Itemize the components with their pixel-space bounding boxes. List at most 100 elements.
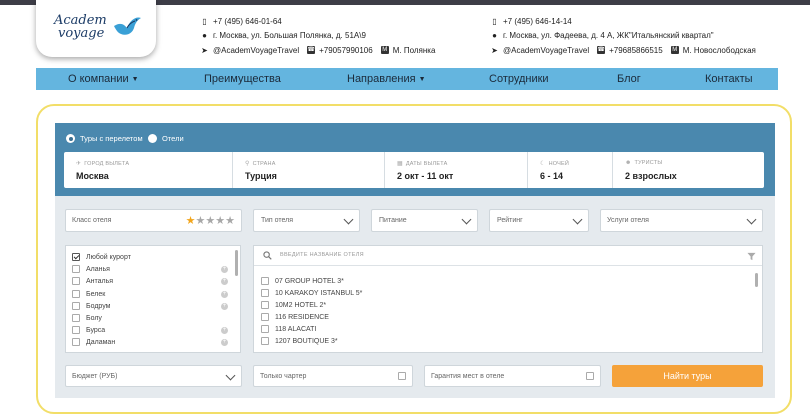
resort-label: Любой курорт <box>86 253 131 261</box>
metro-station: М. Полянка <box>392 45 436 55</box>
meals-select[interactable]: Питание <box>371 209 478 232</box>
expand-icon[interactable]: + <box>221 327 228 334</box>
star-icon[interactable]: ★ <box>196 215 206 227</box>
telegram-link[interactable]: @AcademVoyageTravel <box>503 46 589 55</box>
star-rating[interactable]: ★★★★★ <box>186 214 235 227</box>
person-icon: ☻ <box>625 160 632 166</box>
nav-label: Блог <box>617 73 641 85</box>
resort-item[interactable]: Анталья <box>72 275 236 287</box>
nav-item-blog[interactable]: Блог <box>617 73 641 85</box>
budget-select[interactable]: Бюджет (РУБ) <box>65 365 242 387</box>
star-icon[interactable]: ★ <box>205 215 215 227</box>
tourists-field[interactable]: ☻ ТУРИСТЫ 2 взрослых <box>612 152 764 188</box>
checkbox[interactable] <box>72 302 80 310</box>
expand-icon[interactable]: + <box>221 278 228 285</box>
resort-item[interactable]: Даламан <box>72 336 236 348</box>
field-value: 2 взрослых <box>625 171 677 181</box>
checkbox[interactable] <box>72 277 80 285</box>
country-field[interactable]: ⚲ СТРАНА Турция <box>232 152 384 188</box>
checkbox[interactable] <box>72 290 80 298</box>
hotel-item[interactable]: 07 GROUP HOTEL 3* <box>261 275 344 287</box>
hotel-services-select[interactable]: Услуги отеля <box>600 209 763 232</box>
charter-only-checkbox[interactable]: Только чартер <box>253 365 413 387</box>
checkbox[interactable] <box>261 337 269 345</box>
checkbox[interactable] <box>261 313 269 321</box>
departure-dates-field[interactable]: ▦ ДАТЫ ВЫЛЕТА 2 окт - 11 окт <box>384 152 527 188</box>
hotel-class-filter[interactable]: Класс отеля ★★★★★ <box>65 209 242 232</box>
hotel-item[interactable]: 1207 BOUTIQUE 3* <box>261 335 338 347</box>
mode-radio-tours[interactable]: Туры с перелетом <box>66 134 143 143</box>
nav-label: Преимущества <box>204 73 281 85</box>
nav-item-destinations[interactable]: Направления ▼ <box>347 73 426 85</box>
resort-item[interactable]: Белек <box>72 288 236 300</box>
expand-icon[interactable]: + <box>221 266 228 273</box>
resort-item[interactable]: Болу <box>72 312 236 324</box>
nav-item-advantages[interactable]: Преимущества <box>204 73 281 85</box>
filter-icon[interactable] <box>747 252 756 261</box>
mode-radio-hotels[interactable]: Отели <box>148 134 184 143</box>
hotel-type-select[interactable]: Тип отеля <box>253 209 360 232</box>
whatsapp-link[interactable]: +79057990106 <box>319 46 373 55</box>
filter-label: Класс отеля <box>72 217 112 224</box>
field-value: 6 - 14 <box>540 171 564 181</box>
field-value: Турция <box>245 171 277 181</box>
logo[interactable]: Academ voyage <box>36 0 156 57</box>
field-label: СТРАНА <box>252 161 276 167</box>
search-fields-bar: ✈ ГОРОД ВЫЛЕТА Москва ⚲ СТРАНА Турция ▦ ДАТ… <box>64 152 764 188</box>
moon-icon: ☾ <box>540 161 546 167</box>
field-value: 2 окт - 11 окт <box>397 171 454 181</box>
star-icon[interactable]: ★ <box>186 215 196 227</box>
checkbox[interactable] <box>72 314 80 322</box>
select-label: Рейтинг <box>497 217 523 224</box>
metro-icon: M <box>670 46 679 55</box>
departure-city-field[interactable]: ✈ ГОРОД ВЫЛЕТА Москва <box>64 152 234 188</box>
checkbox[interactable] <box>261 301 269 309</box>
whatsapp-link[interactable]: +79685866515 <box>609 46 663 55</box>
rating-select[interactable]: Рейтинг <box>489 209 589 232</box>
checkbox[interactable] <box>72 253 80 261</box>
checkbox[interactable] <box>398 372 406 380</box>
resort-item[interactable]: Бурса <box>72 324 236 336</box>
resort-item[interactable]: Бодрум <box>72 300 236 312</box>
resort-list-scrollbar[interactable] <box>235 250 238 276</box>
contact-block-1: ▯ +7 (495) 646-01-64 ● г. Москва, ул. Боль… <box>200 14 435 58</box>
checkbox[interactable] <box>72 338 80 346</box>
radio-dot <box>66 134 75 143</box>
hotel-item[interactable]: 118 ALACATI <box>261 323 316 335</box>
expand-icon[interactable]: + <box>221 303 228 310</box>
nights-field[interactable]: ☾ НОЧЕЙ 6 - 14 <box>527 152 612 188</box>
hotel-list-scrollbar[interactable] <box>755 273 758 287</box>
address: г. Москва, ул. Большая Полянка, д. 51А\9 <box>213 31 366 41</box>
radio-label: Туры с перелетом <box>80 134 143 143</box>
phone-link[interactable]: +7 (495) 646-14-14 <box>503 17 572 26</box>
chevron-down-icon <box>461 214 472 225</box>
hotel-item[interactable]: 10 KARAKOY ISTANBUL 5* <box>261 287 362 299</box>
find-tours-button[interactable]: Найти туры <box>612 365 763 387</box>
checkbox[interactable] <box>261 277 269 285</box>
star-icon[interactable]: ★ <box>225 215 235 227</box>
checkbox[interactable] <box>261 289 269 297</box>
metro-icon: M <box>380 46 389 55</box>
resort-label: Анталья <box>86 277 114 285</box>
hotel-item[interactable]: 10M2 HOTEL 2* <box>261 299 326 311</box>
nav-item-contacts[interactable]: Контакты <box>705 73 753 85</box>
phone-link[interactable]: +7 (495) 646-01-64 <box>213 17 282 26</box>
telegram-link[interactable]: @AcademVoyageTravel <box>213 46 299 55</box>
guaranteed-seats-checkbox[interactable]: Гарантия мест в отеле <box>424 365 601 387</box>
field-label: НОЧЕЙ <box>548 161 570 167</box>
caret-down-icon: ▼ <box>131 76 139 83</box>
checkbox[interactable] <box>261 325 269 333</box>
resort-item[interactable]: Любой курорт <box>72 251 131 263</box>
expand-icon[interactable]: + <box>221 291 228 298</box>
hotel-list: ВВЕДИТЕ НАЗВАНИЕ ОТЕЛЯ 07 GROUP HOTEL 3*… <box>253 245 763 353</box>
hotel-item[interactable]: 116 RESIDENCE <box>261 311 329 323</box>
nav-item-about[interactable]: О компании ▼ <box>68 73 139 85</box>
resort-item[interactable]: Аланья <box>72 263 236 275</box>
checkbox[interactable] <box>72 265 80 273</box>
expand-icon[interactable]: + <box>221 339 228 346</box>
hotel-search-input[interactable]: ВВЕДИТЕ НАЗВАНИЕ ОТЕЛЯ <box>254 246 762 266</box>
nav-item-staff[interactable]: Сотрудники <box>489 73 549 85</box>
checkbox[interactable] <box>72 326 80 334</box>
checkbox[interactable] <box>586 372 594 380</box>
star-icon[interactable]: ★ <box>215 215 225 227</box>
